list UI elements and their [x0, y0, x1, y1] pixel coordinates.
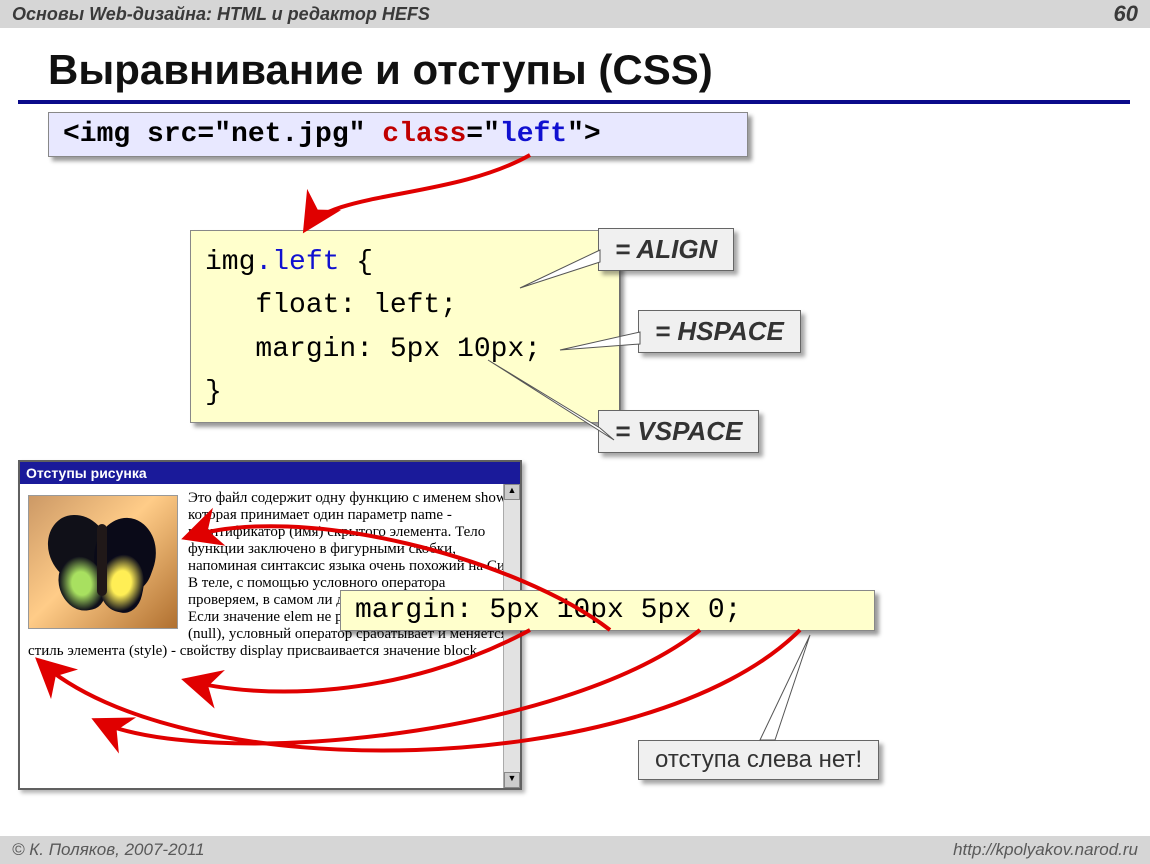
browser-body: Это файл содержит одну функцию с именем …	[20, 484, 520, 788]
slide-footer: © К. Поляков, 2007-2011 http://kpolyakov…	[0, 836, 1150, 864]
butterfly-image	[28, 495, 178, 629]
code-margin-four: margin: 5px 10px 5px 0;	[340, 590, 875, 631]
code-html-img: <img src="net.jpg" class="left">	[48, 112, 748, 157]
footer-url: http://kpolyakov.narod.ru	[953, 840, 1138, 860]
slide-header: Основы Web-дизайна: HTML и редактор HEFS…	[0, 0, 1150, 28]
scroll-down-icon[interactable]: ▼	[504, 772, 520, 788]
scrollbar[interactable]: ▲ ▼	[503, 484, 520, 788]
label-vspace: = VSPACE	[598, 410, 759, 453]
footer-copyright: © К. Поляков, 2007-2011	[12, 840, 205, 860]
scroll-up-icon[interactable]: ▲	[504, 484, 520, 500]
page-number: 60	[1114, 1, 1138, 27]
label-no-left: отступа слева нет!	[638, 740, 879, 780]
title-underline	[18, 100, 1130, 104]
label-align: = ALIGN	[598, 228, 734, 271]
page-title: Выравнивание и отступы (CSS)	[48, 46, 1150, 94]
browser-title: Отступы рисунка	[20, 462, 520, 484]
code-css-left: img.left { float: left; margin: 5px 10px…	[190, 230, 620, 423]
label-hspace: = HSPACE	[638, 310, 801, 353]
header-subject: Основы Web-дизайна: HTML и редактор HEFS	[12, 4, 430, 25]
